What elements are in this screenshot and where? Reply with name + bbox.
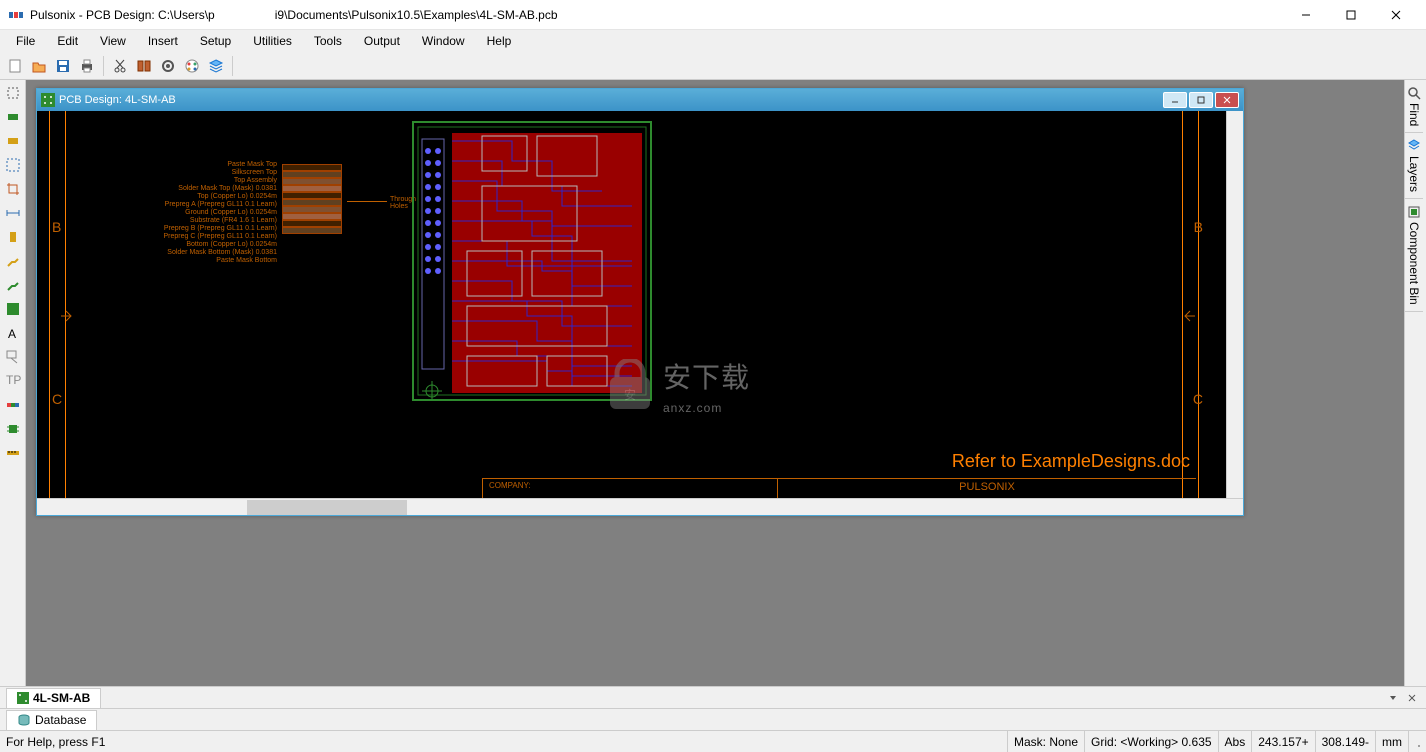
crop-tool[interactable] xyxy=(2,178,24,200)
line-yellow-tool[interactable] xyxy=(2,250,24,272)
library-button[interactable] xyxy=(133,55,155,77)
menu-setup[interactable]: Setup xyxy=(190,32,241,50)
component-tool[interactable] xyxy=(2,418,24,440)
bottom-panel-tabs: Database xyxy=(0,708,1426,730)
database-icon xyxy=(17,714,31,726)
child-maximize-button[interactable] xyxy=(1189,92,1213,108)
minimize-button[interactable] xyxy=(1283,0,1328,30)
layers-panel-tab[interactable]: Layers xyxy=(1405,133,1423,199)
vertical-scrollbar[interactable] xyxy=(1226,111,1243,498)
workspace: PCB Design: 4L-SM-AB B C B C xyxy=(26,80,1426,686)
svg-text:TP1: TP1 xyxy=(6,373,21,387)
cut-button[interactable] xyxy=(109,55,131,77)
callout-tool[interactable] xyxy=(2,346,24,368)
menu-edit[interactable]: Edit xyxy=(47,32,88,50)
close-button[interactable] xyxy=(1373,0,1418,30)
pcb-design-window: PCB Design: 4L-SM-AB B C B C xyxy=(36,88,1244,516)
settings-button[interactable] xyxy=(157,55,179,77)
pcb-icon xyxy=(41,93,55,107)
select-tool[interactable] xyxy=(2,82,24,104)
through-holes-line xyxy=(347,201,387,202)
layers-button[interactable] xyxy=(205,55,227,77)
measure-tool[interactable] xyxy=(2,442,24,464)
testpoint-tool[interactable]: TP1 xyxy=(2,370,24,392)
child-minimize-button[interactable] xyxy=(1163,92,1187,108)
child-window-titlebar[interactable]: PCB Design: 4L-SM-AB xyxy=(37,89,1243,111)
component-bin-panel-tab[interactable]: Component Bin xyxy=(1405,199,1423,312)
app-title: Pulsonix - PCB Design: C:\Users\p xyxy=(30,8,215,22)
status-bar: For Help, press F1 Mask: None Grid: <Wor… xyxy=(0,730,1426,752)
status-mask: Mask: None xyxy=(1007,731,1084,752)
menu-help[interactable]: Help xyxy=(477,32,522,50)
find-panel-tab[interactable]: Find xyxy=(1405,80,1423,133)
tab-close-button[interactable] xyxy=(1404,690,1420,706)
app-path: i9\Documents\Pulsonix10.5\Examples\4L-SM… xyxy=(275,8,558,22)
child-window-title: PCB Design: 4L-SM-AB xyxy=(59,94,1161,106)
pcb-board xyxy=(412,121,652,401)
open-button[interactable] xyxy=(28,55,50,77)
status-abs: Abs xyxy=(1218,731,1252,752)
frame-mark-left xyxy=(60,309,74,323)
menu-output[interactable]: Output xyxy=(354,32,410,50)
component-bin-icon xyxy=(1407,205,1421,219)
layer-stack-legend: Paste Mask TopSilkscreen TopTop Assembly… xyxy=(142,161,392,251)
menu-window[interactable]: Window xyxy=(412,32,475,50)
line-green-tool[interactable] xyxy=(2,274,24,296)
dimension-tool[interactable] xyxy=(2,202,24,224)
resize-grip[interactable] xyxy=(1408,731,1426,752)
row-label-b-left: B xyxy=(52,219,61,235)
status-help: For Help, press F1 xyxy=(0,731,1007,752)
app-icon xyxy=(8,7,24,23)
menu-file[interactable]: File xyxy=(6,32,45,50)
company-name: PULSONIX xyxy=(777,479,1196,498)
maximize-button[interactable] xyxy=(1328,0,1373,30)
print-button[interactable] xyxy=(76,55,98,77)
refer-text: Refer to ExampleDesigns.doc xyxy=(952,451,1190,472)
title-block: COMPANY: PULSONIX xyxy=(482,478,1196,498)
row-label-b-right: B xyxy=(1194,219,1203,235)
child-close-button[interactable] xyxy=(1215,92,1239,108)
window-titlebar: Pulsonix - PCB Design: C:\Users\p i9\Doc… xyxy=(0,0,1426,30)
status-y: 308.149- xyxy=(1315,731,1375,752)
row-label-c-right: C xyxy=(1193,391,1203,407)
tab-dropdown-button[interactable] xyxy=(1385,690,1401,706)
menu-insert[interactable]: Insert xyxy=(138,32,188,50)
document-tabs: 4L-SM-AB xyxy=(0,686,1426,708)
pcb-icon xyxy=(17,692,29,704)
pad-tool[interactable] xyxy=(2,226,24,248)
menu-utilities[interactable]: Utilities xyxy=(243,32,302,50)
multicolor-tool[interactable] xyxy=(2,394,24,416)
frame-mark-right xyxy=(1182,309,1196,323)
doc-tab-4l-sm-ab[interactable]: 4L-SM-AB xyxy=(6,688,101,708)
horizontal-scrollbar[interactable] xyxy=(37,498,1243,515)
rect-yellow-tool[interactable] xyxy=(2,130,24,152)
fill-green-tool[interactable] xyxy=(2,298,24,320)
layers-icon xyxy=(1407,139,1421,153)
main-area: A TP1 PCB Design: 4L-SM-AB B xyxy=(0,80,1426,686)
right-dock: Find Layers Component Bin xyxy=(1404,80,1426,686)
row-label-c-left: C xyxy=(52,391,62,407)
menu-bar: File Edit View Insert Setup Utilities To… xyxy=(0,30,1426,52)
company-label: COMPANY: xyxy=(482,479,777,498)
database-tab[interactable]: Database xyxy=(6,710,97,730)
colors-button[interactable] xyxy=(181,55,203,77)
tool-palette: A TP1 xyxy=(0,80,26,686)
svg-text:A: A xyxy=(8,327,16,341)
status-unit: mm xyxy=(1375,731,1408,752)
main-toolbar xyxy=(0,52,1426,80)
status-grid: Grid: <Working> 0.635 xyxy=(1084,731,1218,752)
doc-tab-label: 4L-SM-AB xyxy=(33,691,90,705)
database-tab-label: Database xyxy=(35,713,86,727)
pcb-canvas[interactable]: B C B C Paste Mask TopSilkscreen TopTop … xyxy=(37,111,1226,498)
frame-select-tool[interactable] xyxy=(2,154,24,176)
find-icon xyxy=(1407,86,1421,100)
menu-tools[interactable]: Tools xyxy=(304,32,352,50)
rect-green-tool[interactable] xyxy=(2,106,24,128)
text-tool[interactable]: A xyxy=(2,322,24,344)
new-button[interactable] xyxy=(4,55,26,77)
menu-view[interactable]: View xyxy=(90,32,136,50)
status-x: 243.157+ xyxy=(1251,731,1314,752)
save-button[interactable] xyxy=(52,55,74,77)
